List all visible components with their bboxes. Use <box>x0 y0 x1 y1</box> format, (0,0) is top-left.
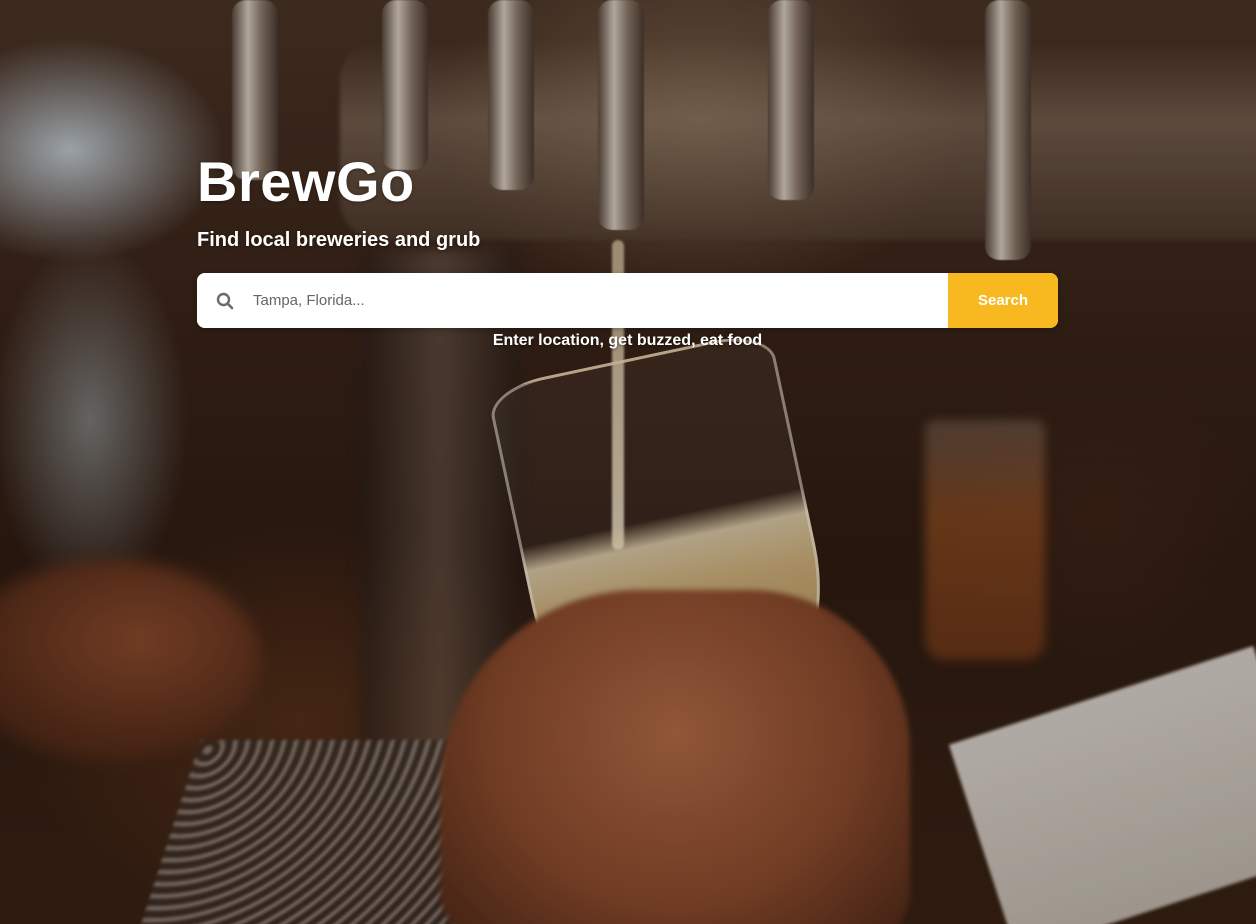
search-input[interactable] <box>253 273 948 328</box>
search-form: Search <box>197 273 1058 328</box>
brand-title: BrewGo <box>197 150 415 213</box>
overlay <box>0 0 1256 924</box>
helper-text: Enter location, get buzzed, eat food <box>492 332 763 349</box>
search-field <box>197 273 948 328</box>
search-icon <box>197 273 253 328</box>
background-photo <box>0 0 1256 924</box>
search-button[interactable]: Search <box>948 273 1058 328</box>
tagline: Find local breweries and grub <box>197 229 481 251</box>
hero-section: BrewGo Find local breweries and grub Sea… <box>197 150 1059 351</box>
